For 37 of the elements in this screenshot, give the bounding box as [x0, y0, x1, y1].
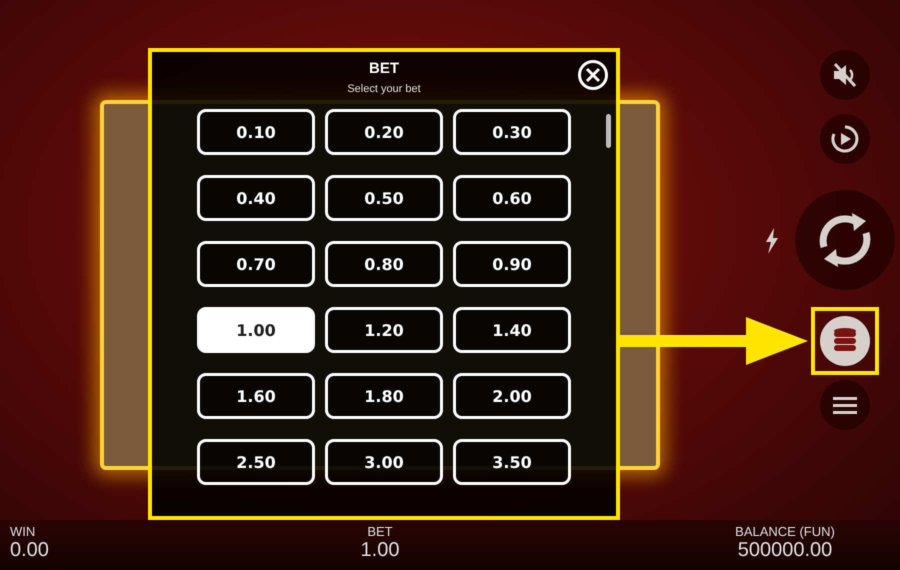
bet-option[interactable]: 0.20 [325, 109, 443, 155]
dialog-title: BET [369, 60, 399, 77]
scrollbar-thumb[interactable] [606, 114, 611, 148]
close-icon [585, 67, 601, 83]
footer-value: 500000.00 [738, 539, 832, 562]
autoplay-icon [830, 124, 860, 154]
menu-button[interactable] [820, 380, 870, 430]
bet-option[interactable]: 1.80 [325, 373, 443, 419]
footer-value: 0.00 [10, 539, 49, 562]
bet-option[interactable]: 0.50 [325, 175, 443, 221]
close-button[interactable] [578, 60, 608, 90]
bet-option[interactable]: 0.40 [197, 175, 315, 221]
footer-label: WIN [10, 524, 36, 539]
autoplay-button[interactable] [820, 114, 870, 164]
bet-option[interactable]: 0.70 [197, 241, 315, 287]
bet-option[interactable]: 0.30 [453, 109, 571, 155]
menu-icon [833, 395, 857, 415]
lightning-icon[interactable] [765, 228, 779, 254]
bet-option[interactable]: 3.00 [325, 439, 443, 485]
bet-option[interactable]: 3.50 [453, 439, 571, 485]
sound-button[interactable] [820, 50, 870, 100]
bet-option[interactable]: 0.90 [453, 241, 571, 287]
sound-muted-icon [831, 61, 859, 89]
footer-label: BALANCE (FUN) [735, 524, 835, 539]
bet-option[interactable]: 1.40 [453, 307, 571, 353]
footer-label: BET [367, 524, 393, 539]
footer-value: 1.00 [360, 539, 400, 562]
bet-option[interactable]: 2.00 [453, 373, 571, 419]
dialog-subtitle: Select your bet [347, 83, 421, 95]
bet-option[interactable]: 1.60 [197, 373, 315, 419]
bet-option[interactable]: 0.10 [197, 109, 315, 155]
bet-option[interactable]: 0.60 [453, 175, 571, 221]
bet-option[interactable]: 1.00 [197, 307, 315, 353]
bet-option[interactable]: 2.50 [197, 439, 315, 485]
bet-option[interactable]: 1.20 [325, 307, 443, 353]
bet-button[interactable] [820, 316, 870, 366]
bet-option[interactable]: 0.80 [325, 241, 443, 287]
